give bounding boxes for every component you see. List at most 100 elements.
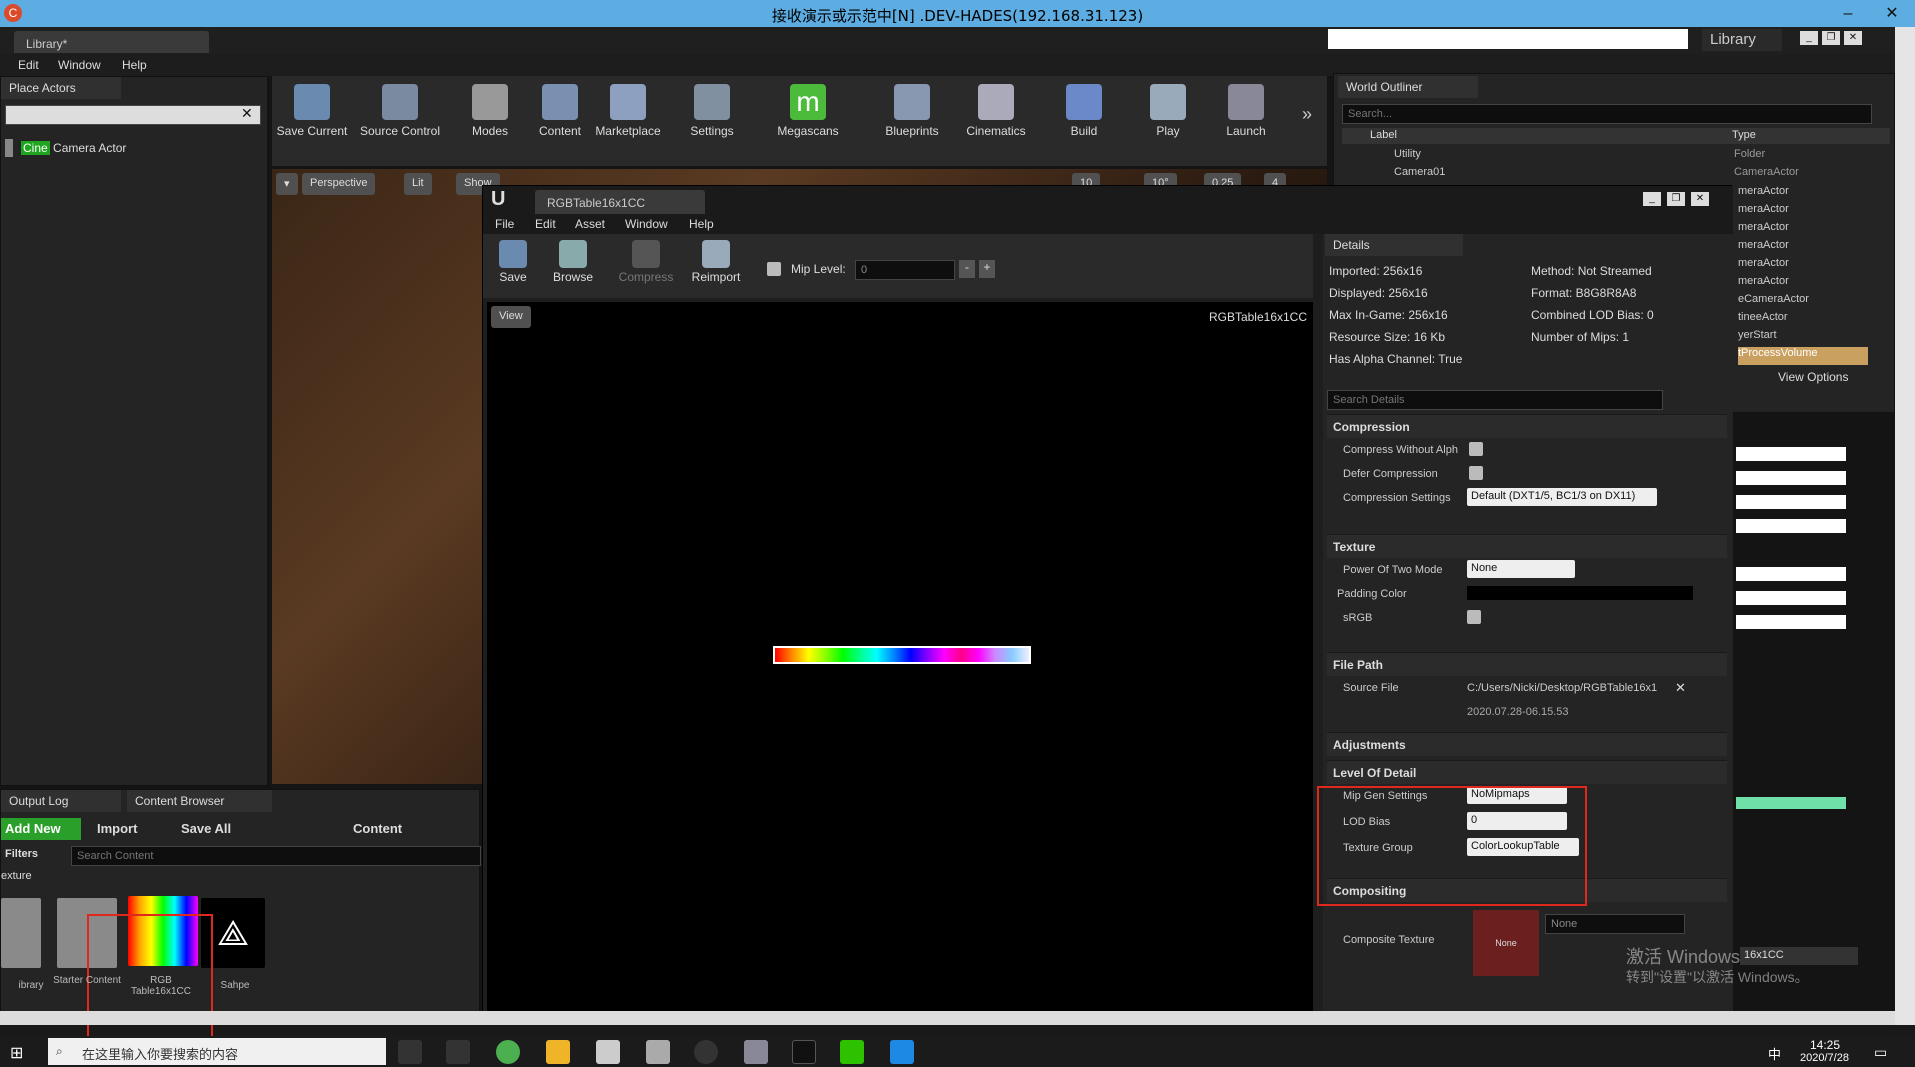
save-all-button[interactable]: Save All <box>181 821 231 836</box>
world-outliner-tab[interactable]: World Outliner <box>1338 76 1478 98</box>
composite-texture-value[interactable]: None <box>1545 914 1685 934</box>
notification-icon[interactable]: ▭ <box>1874 1044 1887 1061</box>
mip-level-input[interactable]: 0 <box>855 260 955 280</box>
tex-compress-button[interactable]: Compress <box>611 234 681 298</box>
tex-restore-icon[interactable]: ❐ <box>1667 192 1685 206</box>
content-path[interactable]: Content <box>353 821 402 836</box>
menu-window[interactable]: Window <box>58 58 101 72</box>
wechat-icon[interactable] <box>840 1040 864 1064</box>
outliner-search-input[interactable] <box>1342 104 1872 124</box>
typora-icon[interactable] <box>596 1040 620 1064</box>
clock-date[interactable]: 2020/7/28 <box>1800 1052 1849 1064</box>
chrome-icon[interactable] <box>496 1040 520 1064</box>
output-log-tab[interactable]: Output Log <box>1 790 121 812</box>
power-of-two-dropdown[interactable]: None <box>1467 560 1575 578</box>
view-options-button[interactable]: View Options <box>1778 370 1848 384</box>
folder-icon[interactable] <box>1 898 41 968</box>
outliner-row-utility[interactable]: Utility <box>1394 148 1421 166</box>
epic-icon[interactable] <box>792 1040 816 1064</box>
cortana-icon[interactable] <box>398 1040 422 1064</box>
mip-minus-button[interactable]: - <box>959 260 975 278</box>
section-level-of-detail[interactable]: Level Of Detail <box>1327 760 1727 784</box>
ue-close-icon[interactable]: ✕ <box>1844 31 1862 45</box>
viewport-menu-icon[interactable]: ▾ <box>276 173 298 195</box>
clock-time[interactable]: 14:25 <box>1810 1038 1840 1052</box>
tex-menu-edit[interactable]: Edit <box>535 217 556 231</box>
col-type[interactable]: Type <box>1732 129 1756 141</box>
launch-button[interactable]: Launch <box>1206 76 1286 156</box>
details-search-input[interactable] <box>1327 390 1663 410</box>
play-button[interactable]: Play <box>1128 76 1208 156</box>
bg-combo[interactable]: 16x1CC <box>1740 947 1858 965</box>
clear-source-icon[interactable]: ✕ <box>1675 680 1686 696</box>
texture-tab[interactable]: RGBTable16x1CC <box>535 190 705 214</box>
settings-button[interactable]: Settings <box>672 76 752 156</box>
filters-button[interactable]: Filters <box>5 848 38 860</box>
content-browser-tab[interactable]: Content Browser <box>127 790 272 812</box>
app-icon[interactable] <box>744 1040 768 1064</box>
remote-icon[interactable] <box>646 1040 670 1064</box>
cine-camera-actor-item[interactable]: Cine Camera Actor <box>21 141 126 155</box>
ue-restore-icon[interactable]: ❐ <box>1822 31 1840 45</box>
defer-compression-checkbox[interactable] <box>1469 466 1483 480</box>
tex-browse-button[interactable]: Browse <box>541 234 605 298</box>
toolbar-overflow-icon[interactable]: » <box>1302 104 1312 125</box>
photos-icon[interactable] <box>890 1040 914 1064</box>
source-control-button[interactable]: Source Control <box>354 76 446 156</box>
outliner-row-camera01[interactable]: Camera01 <box>1394 166 1445 184</box>
tex-close-icon[interactable]: ✕ <box>1691 192 1709 206</box>
ime-indicator[interactable]: 中 <box>1768 1044 1781 1063</box>
file-explorer-icon[interactable] <box>546 1040 570 1064</box>
compress-without-alpha-checkbox[interactable] <box>1469 442 1483 456</box>
section-adjustments[interactable]: Adjustments <box>1327 732 1727 756</box>
add-new-button[interactable]: Add New <box>1 818 81 840</box>
save-current-button[interactable]: Save Current <box>272 76 352 156</box>
place-actors-search[interactable] <box>5 105 261 125</box>
menu-help[interactable]: Help <box>122 58 147 72</box>
source-file-value[interactable]: C:/Users/Nicki/Desktop/RGBTable16x1 <box>1467 682 1667 706</box>
composite-texture-thumb[interactable]: None <box>1473 910 1539 976</box>
tex-menu-file[interactable]: File <box>495 217 514 231</box>
tex-menu-asset[interactable]: Asset <box>575 217 605 231</box>
section-compression[interactable]: Compression <box>1327 414 1727 438</box>
task-view-icon[interactable] <box>446 1040 470 1064</box>
tex-menu-window[interactable]: Window <box>625 217 668 231</box>
details-tab[interactable]: Details <box>1325 234 1463 256</box>
tex-save-button[interactable]: Save <box>483 234 543 298</box>
unreal-taskbar-icon[interactable] <box>694 1040 718 1064</box>
blueprints-button[interactable]: Blueprints <box>872 76 952 156</box>
import-button[interactable]: Import <box>97 821 137 836</box>
section-file-path[interactable]: File Path <box>1327 652 1727 676</box>
tex-minimize-icon[interactable]: _ <box>1643 192 1661 206</box>
srgb-checkbox[interactable] <box>1467 610 1481 624</box>
megascans-button[interactable]: m Megascans <box>768 76 848 156</box>
menu-edit[interactable]: Edit <box>18 58 39 72</box>
taskbar-search[interactable]: 在这里输入你要搜索的内容 <box>48 1038 386 1065</box>
level-tab[interactable]: Library* <box>14 31 209 53</box>
lit-button[interactable]: Lit <box>404 173 432 195</box>
perspective-button[interactable]: Perspective <box>302 173 376 195</box>
tex-menu-help[interactable]: Help <box>689 217 714 231</box>
compression-settings-dropdown[interactable]: Default (DXT1/5, BC1/3 on DX11) <box>1467 488 1657 506</box>
mip-level-checkbox[interactable] <box>767 262 781 276</box>
content-search-input[interactable] <box>71 846 481 866</box>
marketplace-button[interactable]: Marketplace <box>588 76 668 156</box>
minimize-icon[interactable]: – <box>1826 0 1870 27</box>
build-button[interactable]: Build <box>1044 76 1124 156</box>
modes-button[interactable]: Modes <box>450 76 530 156</box>
outliner-type-row-selected[interactable]: tProcessVolume <box>1738 347 1868 365</box>
col-label[interactable]: Label <box>1370 129 1397 141</box>
ue-minimize-icon[interactable]: _ <box>1800 31 1818 45</box>
place-actors-tab[interactable]: Place Actors <box>1 77 121 99</box>
cinematics-button[interactable]: Cinematics <box>956 76 1036 156</box>
clear-search-icon[interactable]: ✕ <box>241 105 253 122</box>
horizontal-scrollbar[interactable] <box>0 1011 1895 1025</box>
tex-reimport-button[interactable]: Reimport <box>679 234 753 298</box>
vertical-scrollbar[interactable] <box>1895 27 1915 1025</box>
texture-viewport[interactable]: View RGBTable16x1CC <box>487 302 1313 1022</box>
padding-color-swatch[interactable] <box>1467 586 1693 600</box>
mip-plus-button[interactable]: + <box>979 260 995 278</box>
title-search-box[interactable] <box>1328 29 1688 49</box>
start-icon[interactable]: ⊞ <box>10 1043 23 1063</box>
close-icon[interactable]: ✕ <box>1870 0 1914 27</box>
